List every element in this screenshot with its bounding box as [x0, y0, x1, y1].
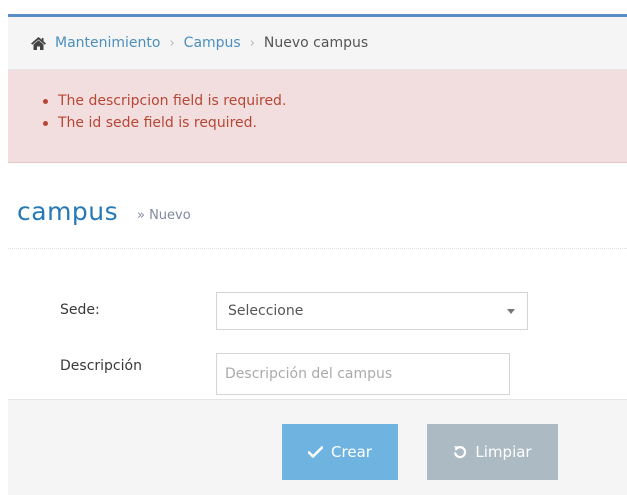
breadcrumb-separator: › [249, 35, 255, 51]
home-icon[interactable] [30, 36, 47, 51]
create-button-label: Crear [331, 443, 372, 461]
error-item: The id sede field is required. [43, 112, 627, 134]
page-title: campus [17, 197, 119, 226]
caret-down-icon [507, 309, 515, 314]
sede-selected-value: Seleccione [228, 303, 304, 319]
form-actions: Crear Limpiar [8, 399, 627, 495]
clear-button-label: Limpiar [475, 443, 532, 461]
clear-button[interactable]: Limpiar [427, 424, 558, 480]
error-list: The descripcion field is required. The i… [8, 70, 627, 134]
page-subtitle: » Nuevo [137, 208, 191, 223]
breadcrumb-link-mantenimiento[interactable]: Mantenimiento [55, 35, 160, 51]
descripcion-label: Descripción [60, 358, 142, 374]
descripcion-input[interactable] [216, 353, 510, 395]
create-button[interactable]: Crear [282, 424, 398, 480]
sede-select[interactable]: Seleccione [216, 292, 528, 330]
error-item: The descripcion field is required. [43, 90, 627, 112]
undo-icon [453, 445, 467, 459]
sede-label: Sede: [60, 302, 100, 318]
page-header: campus » Nuevo [8, 192, 627, 249]
breadcrumb-separator: › [169, 35, 175, 51]
breadcrumb: Mantenimiento › Campus › Nuevo campus [8, 17, 627, 70]
check-icon [308, 446, 324, 458]
error-alert: The descripcion field is required. The i… [8, 70, 627, 163]
breadcrumb-current: Nuevo campus [263, 35, 369, 51]
breadcrumb-link-campus[interactable]: Campus [184, 35, 241, 51]
